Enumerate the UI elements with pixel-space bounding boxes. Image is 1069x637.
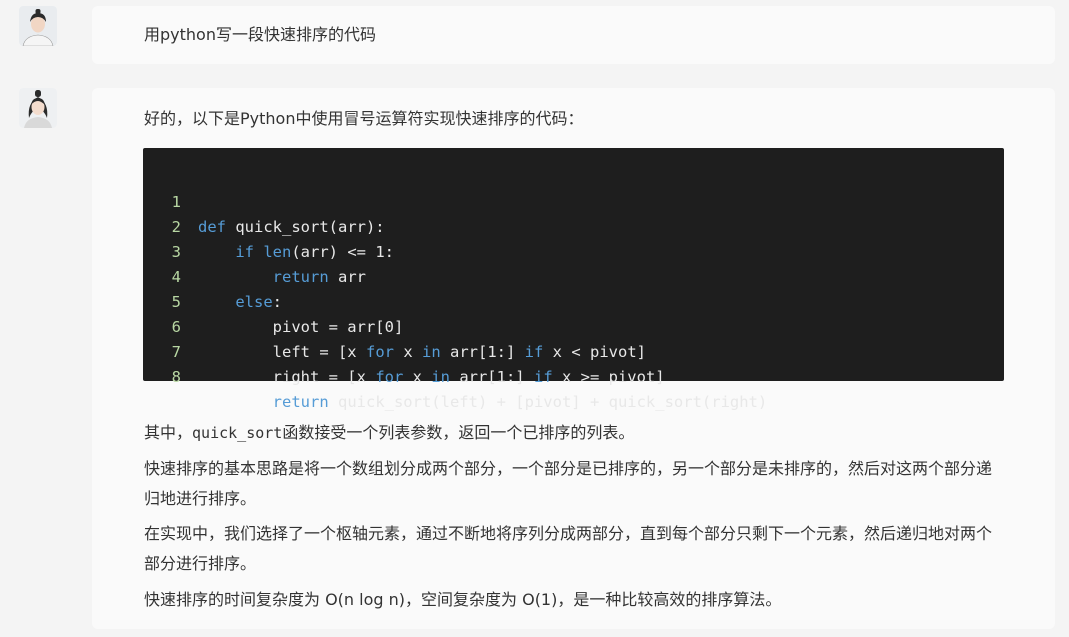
code-text: return arr xyxy=(272,268,366,286)
explanation-paragraph-4: 快速排序的时间复杂度为 O(n log n)，空间复杂度为 O(1)，是一种比较… xyxy=(144,590,782,609)
code-text: left = [x for x in arr[1:] if x < pivot] xyxy=(198,343,646,361)
code-text: return quick_sort(left) + [pivot] + quic… xyxy=(272,393,768,411)
code-line: 5 pivot = arr[0] xyxy=(143,265,404,336)
line-number: 8 xyxy=(171,368,181,386)
code-text: else: xyxy=(235,293,282,311)
code-line: 2 if len(arr) <= 1: xyxy=(143,190,394,261)
user-avatar xyxy=(19,6,57,46)
code-line: 1 def quick_sort(arr): xyxy=(143,165,385,236)
male-avatar-icon xyxy=(19,6,57,46)
inline-code: quick_sort xyxy=(192,424,283,442)
user-message-bubble: 用python写一段快速排序的代码 xyxy=(92,6,1055,64)
code-line: 8 return quick_sort(left) + [pivot] + qu… xyxy=(143,340,768,411)
code-text: if len(arr) <= 1: xyxy=(235,243,394,261)
explanation-paragraph-2: 快速排序的基本思路是将一个数组划分成两个部分，一个部分是已排序的，另一个部分是未… xyxy=(144,459,993,508)
female-avatar-icon xyxy=(19,88,57,128)
code-line: 7 right = [x for x in arr[1:] if x >= pi… xyxy=(143,315,665,386)
assistant-intro-text: 好的，以下是Python中使用冒号运算符实现快速排序的代码： xyxy=(144,109,584,128)
explanation-paragraph-3: 在实现中，我们选择了一个枢轴元素，通过不断地将序列分成两部分，直到每个部分只剩下… xyxy=(144,524,993,573)
assistant-avatar xyxy=(19,88,57,128)
code-text: pivot = arr[0] xyxy=(198,318,404,336)
code-line: 4 else: xyxy=(143,240,282,311)
paragraph-text: 函数接受一个列表参数，返回一个已排序的列表。 xyxy=(282,423,635,442)
code-text: def quick_sort(arr): xyxy=(198,218,385,236)
code-block[interactable]: 1 def quick_sort(arr): 2 if len(arr) <= … xyxy=(143,148,1004,411)
code-text: right = [x for x in arr[1:] if x >= pivo… xyxy=(198,368,665,386)
code-line: 3 return arr xyxy=(143,215,366,286)
explanation-paragraph-1: 其中，quick_sort函数接受一个列表参数，返回一个已排序的列表。 xyxy=(144,418,1003,448)
assistant-message-bubble: 好的，以下是Python中使用冒号运算符实现快速排序的代码： 1 def qui… xyxy=(92,88,1055,629)
paragraph-text: 其中， xyxy=(144,423,193,442)
code-line: 6 left = [x for x in arr[1:] if x < pivo… xyxy=(143,290,646,361)
user-message-text: 用python写一段快速排序的代码 xyxy=(144,25,376,44)
